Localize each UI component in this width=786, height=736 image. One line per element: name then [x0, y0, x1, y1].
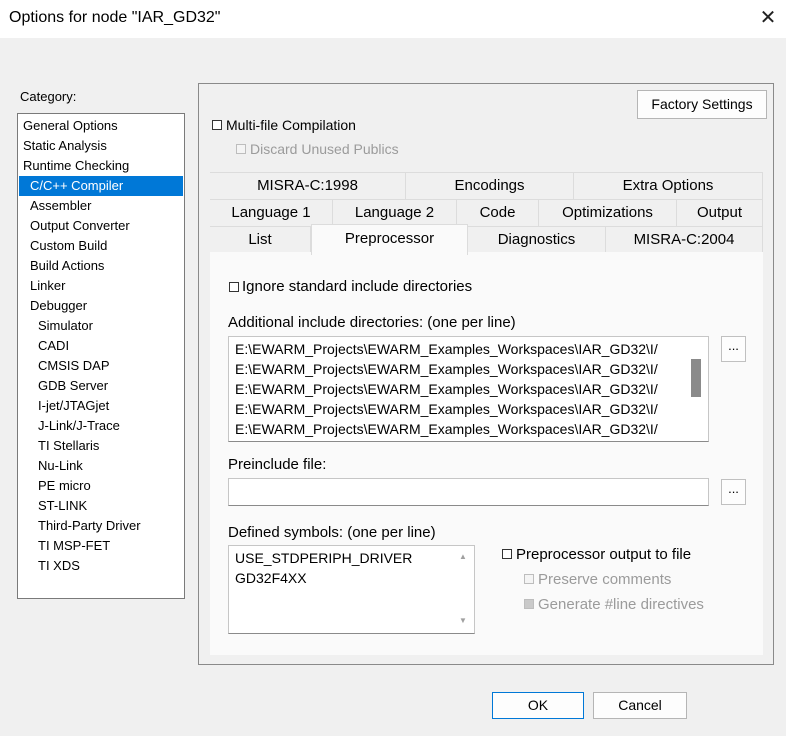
category-item[interactable]: CADI [19, 336, 179, 356]
preinclude-browse-button[interactable]: ... [721, 479, 746, 505]
category-item[interactable]: Runtime Checking [19, 156, 179, 176]
category-item[interactable]: CMSIS DAP [19, 356, 179, 376]
category-item[interactable]: ST-LINK [19, 496, 179, 516]
pp-output-label: Preprocessor output to file [516, 546, 692, 563]
include-dir-line: E:\EWARM_Projects\EWARM_Examples_Workspa… [235, 361, 658, 377]
include-dirs-scrollbar[interactable] [685, 337, 708, 441]
tab-output[interactable]: Output [677, 199, 763, 226]
category-item[interactable]: C/C++ Compiler [19, 176, 183, 196]
category-item[interactable]: Static Analysis [19, 136, 179, 156]
include-browse-button[interactable]: ... [721, 336, 746, 362]
category-item[interactable]: Nu-Link [19, 456, 179, 476]
tab-code[interactable]: Code [457, 199, 539, 226]
cancel-button[interactable]: Cancel [593, 692, 687, 719]
category-item[interactable]: Third-Party Driver [19, 516, 179, 536]
scroll-up-icon[interactable]: ▲ [457, 552, 469, 561]
tab-optimizations[interactable]: Optimizations [539, 199, 677, 226]
tab-encodings[interactable]: Encodings [406, 172, 574, 199]
tab-language-2[interactable]: Language 2 [333, 199, 457, 226]
symbol-line: USE_STDPERIPH_DRIVER [235, 550, 413, 566]
include-dirs-textarea[interactable]: E:\EWARM_Projects\EWARM_Examples_Workspa… [228, 336, 709, 442]
defined-symbols-textarea[interactable]: USE_STDPERIPH_DRIVER GD32F4XX ▲ ▼ [228, 545, 475, 634]
include-dir-line: E:\EWARM_Projects\EWARM_Examples_Workspa… [235, 421, 658, 437]
category-item[interactable]: I-jet/JTAGjet [19, 396, 179, 416]
multi-file-label: Multi-file Compilation [226, 117, 356, 133]
tab-preprocessor[interactable]: Preprocessor [311, 224, 468, 255]
category-item[interactable]: Output Converter [19, 216, 179, 236]
discard-unused-label: Discard Unused Publics [250, 141, 399, 157]
tab-misra-2004[interactable]: MISRA-C:2004 [606, 226, 763, 254]
category-item[interactable]: TI XDS [19, 556, 179, 576]
defined-symbols-label: Defined symbols: (one per line) [228, 524, 436, 541]
generate-line-label: Generate #line directives [538, 596, 704, 613]
additional-include-label: Additional include directories: (one per… [228, 314, 516, 331]
tab-diagnostics[interactable]: Diagnostics [468, 226, 606, 254]
generate-line-checkbox[interactable] [524, 599, 534, 609]
scrollbar-thumb[interactable] [691, 359, 701, 397]
preinclude-label: Preinclude file: [228, 456, 327, 473]
symbol-line: GD32F4XX [235, 570, 307, 586]
include-dir-line: E:\EWARM_Projects\EWARM_Examples_Workspa… [235, 381, 658, 397]
category-label: Category: [20, 89, 77, 104]
category-item[interactable]: TI MSP-FET [19, 536, 179, 556]
factory-settings-button[interactable]: Factory Settings [637, 90, 767, 119]
category-item[interactable]: Build Actions [19, 256, 179, 276]
preserve-comments-label: Preserve comments [538, 571, 672, 588]
category-item[interactable]: GDB Server [19, 376, 179, 396]
preinclude-input[interactable] [228, 478, 709, 506]
scroll-down-icon[interactable]: ▼ [457, 616, 469, 625]
ignore-std-checkbox[interactable] [229, 282, 239, 292]
tab-extra-options[interactable]: Extra Options [574, 172, 763, 199]
category-item[interactable]: Debugger [19, 296, 179, 316]
include-dir-line: E:\EWARM_Projects\EWARM_Examples_Workspa… [235, 401, 658, 417]
category-item[interactable]: J-Link/J-Trace [19, 416, 179, 436]
category-item[interactable]: Assembler [19, 196, 179, 216]
window-title: Options for node "IAR_GD32" [9, 9, 221, 26]
ok-button[interactable]: OK [492, 692, 584, 719]
discard-unused-checkbox[interactable] [236, 144, 246, 154]
include-dir-line: E:\EWARM_Projects\EWARM_Examples_Workspa… [235, 341, 658, 357]
category-item[interactable]: Simulator [19, 316, 179, 336]
category-item[interactable]: TI Stellaris [19, 436, 179, 456]
tab-language-1[interactable]: Language 1 [210, 199, 333, 226]
tab-strip: MISRA-C:1998 Encodings Extra Options Lan… [210, 172, 763, 255]
category-item[interactable]: Linker [19, 276, 179, 296]
tab-list[interactable]: List [210, 226, 311, 254]
ignore-std-label: Ignore standard include directories [242, 278, 473, 295]
preserve-comments-checkbox[interactable] [524, 574, 534, 584]
close-icon[interactable]: ✕ [757, 6, 779, 30]
multi-file-checkbox[interactable] [212, 120, 222, 130]
category-item[interactable]: General Options [19, 116, 179, 136]
category-item[interactable]: Custom Build [19, 236, 179, 256]
category-list[interactable]: General Options Static Analysis Runtime Ch… [17, 113, 185, 599]
pp-output-checkbox[interactable] [502, 549, 512, 559]
category-item[interactable]: PE micro [19, 476, 179, 496]
tab-misra-1998[interactable]: MISRA-C:1998 [210, 172, 406, 199]
